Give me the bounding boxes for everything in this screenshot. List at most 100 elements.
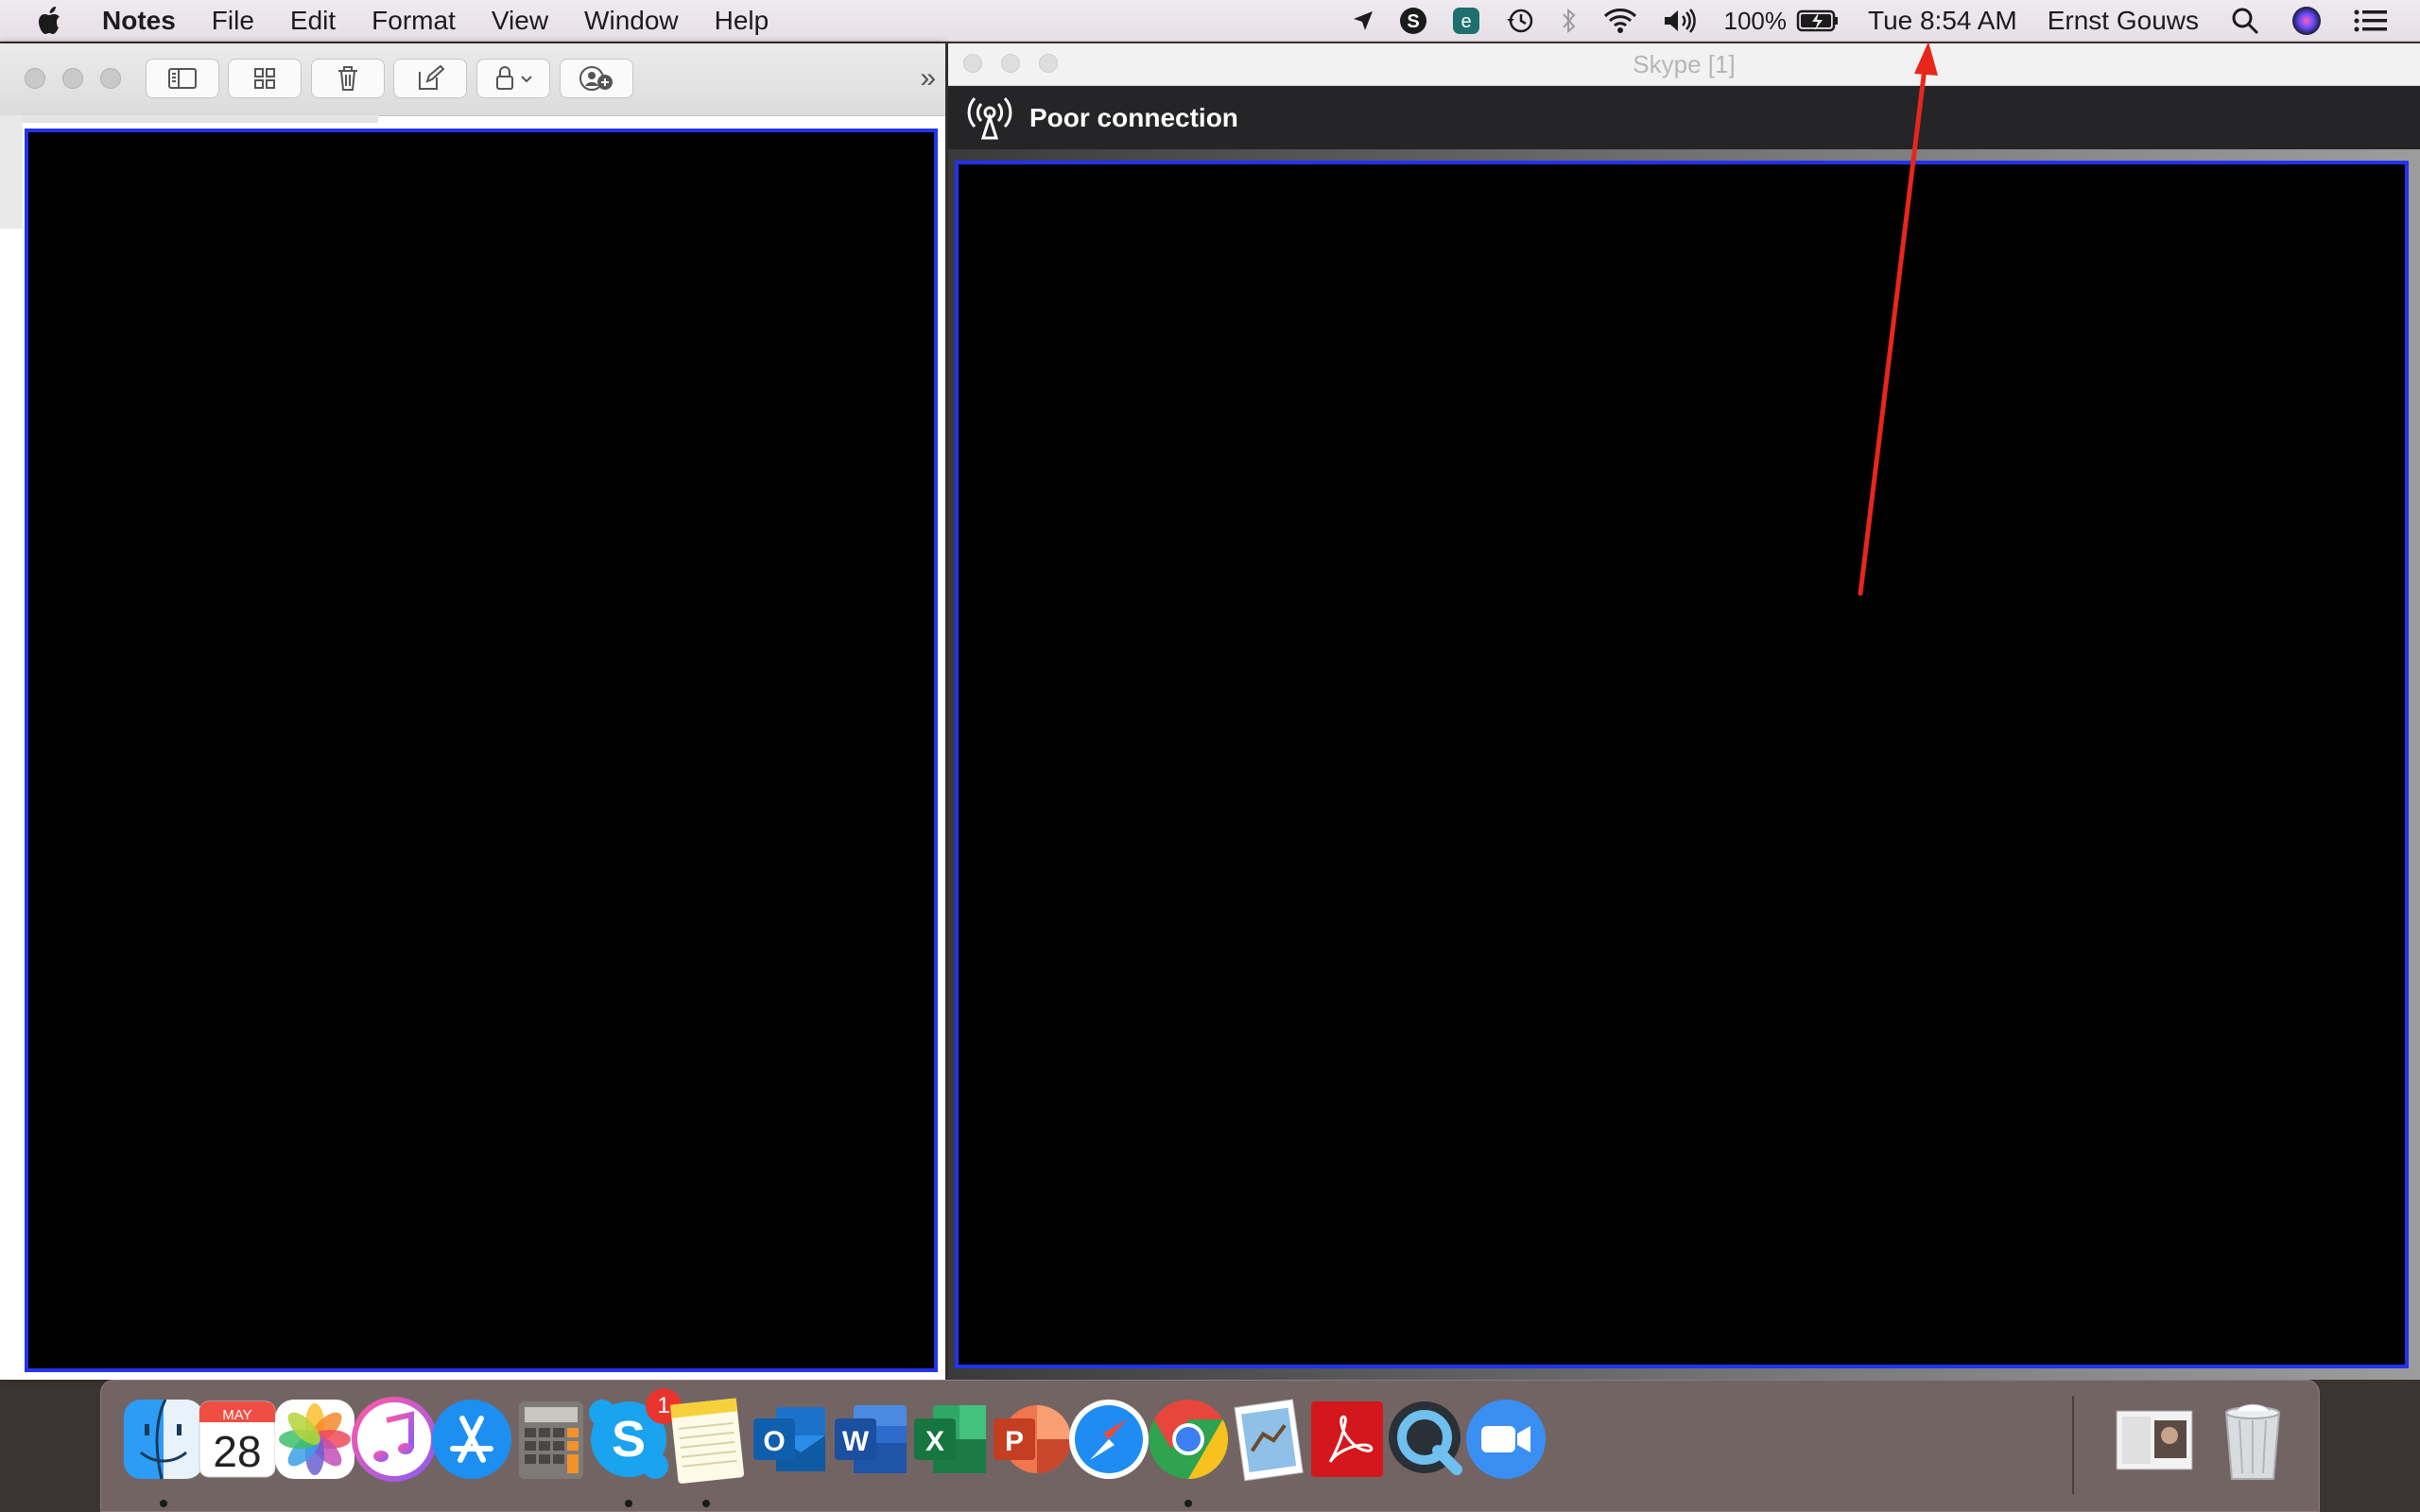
skype-window-title: Skype [1] [1633, 50, 1736, 78]
notes-sidebar-edge [0, 115, 23, 229]
svg-text:X: X [925, 1426, 944, 1457]
dock: MAY 28 S 1 O W X P [100, 1380, 2320, 1512]
dock-trash[interactable] [2207, 1394, 2298, 1485]
svg-text:O: O [763, 1426, 785, 1457]
preview-icon [1234, 1399, 1304, 1482]
notes-icon [670, 1398, 745, 1484]
window-controls [25, 68, 138, 89]
menu-help[interactable]: Help [715, 6, 769, 36]
finder-running-indicator [160, 1500, 167, 1507]
dock-notes[interactable] [661, 1394, 752, 1485]
dock-chrome[interactable] [1143, 1394, 1234, 1485]
spotlight-search-icon[interactable] [2231, 7, 2259, 35]
apple-menu-icon[interactable] [38, 5, 66, 37]
location-arrow-icon[interactable] [1352, 9, 1374, 32]
skype-zoom-button[interactable] [1039, 54, 1058, 73]
lock-icon [496, 66, 513, 90]
menu-format[interactable]: Format [372, 6, 456, 36]
notification-center-icon[interactable] [2354, 9, 2388, 33]
time-machine-icon[interactable] [1505, 6, 1535, 36]
skype-titlebar: Skype [1] [948, 43, 2420, 86]
svg-text:P: P [1005, 1426, 1024, 1457]
lock-note-button[interactable] [476, 59, 550, 98]
gallery-view-button[interactable] [228, 59, 302, 98]
dock-zoom[interactable] [1461, 1394, 1551, 1485]
skype-running-indicator [625, 1500, 632, 1507]
menu-file[interactable]: File [212, 6, 254, 36]
chevron-down-icon [521, 76, 532, 83]
clock[interactable]: Tue 8:54 AM [1868, 6, 2017, 36]
svg-text:S: S [612, 1411, 646, 1468]
dock-preview[interactable] [1222, 1394, 1313, 1485]
compose-note-button[interactable] [393, 59, 467, 98]
dock-acrobat[interactable] [1302, 1394, 1392, 1485]
delete-note-button[interactable] [311, 59, 385, 98]
skype-window: Skype [1] Poor connection [948, 43, 2420, 1380]
toolbar-overflow-icon[interactable]: » [920, 62, 936, 94]
close-button[interactable] [25, 68, 45, 89]
zoom-button[interactable] [100, 68, 121, 89]
connection-banner: Poor connection [948, 86, 2420, 150]
excel-icon: X [914, 1405, 986, 1473]
notes-window: » [0, 43, 945, 1380]
menu-window[interactable]: Window [584, 6, 679, 36]
battery-percent[interactable]: 100% [1724, 7, 1788, 36]
redacted-video-feed [955, 161, 2409, 1368]
document-stack-icon [2116, 1410, 2193, 1470]
dock-outlook[interactable]: O [744, 1394, 835, 1485]
dock-excel[interactable]: X [905, 1394, 995, 1485]
status-area: S e 100% Tue 8:54 AM Ernst Gouws [1327, 0, 2420, 42]
trash-can-icon [2224, 1403, 2281, 1480]
menu-view[interactable]: View [492, 6, 548, 36]
dock-quicktime[interactable] [1381, 1394, 1472, 1485]
chrome-icon [1149, 1400, 1229, 1479]
quicktime-icon [1389, 1401, 1462, 1475]
svg-text:e: e [1461, 11, 1471, 32]
skype-window-controls [963, 54, 1077, 73]
trash-icon [338, 66, 357, 91]
dock-powerpoint[interactable]: P [984, 1394, 1075, 1485]
svg-text:S: S [1407, 11, 1419, 32]
wifi-icon[interactable] [1603, 8, 1637, 34]
sidebar-toggle-icon [168, 68, 197, 89]
battery-charging-icon[interactable] [1796, 9, 1840, 33]
outlook-icon: O [753, 1407, 825, 1471]
menu-edit[interactable]: Edit [290, 6, 336, 36]
minimize-button[interactable] [62, 68, 83, 89]
sidebar-toggle-button[interactable] [146, 59, 219, 98]
zoom-icon [1466, 1400, 1546, 1479]
dock-safari[interactable] [1063, 1394, 1154, 1485]
menu-bar: Notes File Edit Format View Window Help … [0, 0, 2420, 42]
menu-app-name[interactable]: Notes [102, 6, 176, 36]
notes-toolbar: » [0, 43, 945, 116]
skype-menu-icon[interactable]: S [1399, 7, 1427, 35]
bluetooth-icon[interactable] [1560, 7, 1579, 35]
gallery-view-icon [254, 68, 275, 89]
acrobat-icon [1311, 1401, 1383, 1477]
dock-word[interactable]: W [825, 1394, 916, 1485]
svg-text:W: W [842, 1426, 870, 1457]
add-people-icon [579, 66, 613, 91]
compose-icon [419, 64, 444, 90]
dock-separator [2072, 1396, 2074, 1494]
notes-running-indicator [702, 1500, 710, 1507]
user-name[interactable]: Ernst Gouws [2048, 6, 2199, 36]
photos-icon [275, 1400, 354, 1479]
evernote-menu-icon[interactable]: e [1452, 7, 1480, 35]
add-people-button[interactable] [560, 59, 633, 98]
skype-minimize-button[interactable] [1001, 54, 1020, 73]
redacted-note-content [25, 129, 938, 1372]
powerpoint-icon: P [994, 1405, 1071, 1473]
dock-photos[interactable] [269, 1394, 360, 1485]
notes-list-edge [23, 115, 378, 123]
skype-close-button[interactable] [963, 54, 982, 73]
connection-status-text: Poor connection [1029, 103, 1238, 132]
safari-icon [1069, 1400, 1149, 1479]
dock-downloads-stack[interactable] [2109, 1394, 2200, 1485]
chrome-running-indicator [1184, 1500, 1192, 1507]
app-store-icon [432, 1400, 511, 1479]
signal-tower-icon [965, 95, 1014, 141]
dock-app-store[interactable] [426, 1394, 517, 1485]
siri-icon[interactable] [2291, 6, 2322, 36]
volume-icon[interactable] [1662, 8, 1700, 34]
